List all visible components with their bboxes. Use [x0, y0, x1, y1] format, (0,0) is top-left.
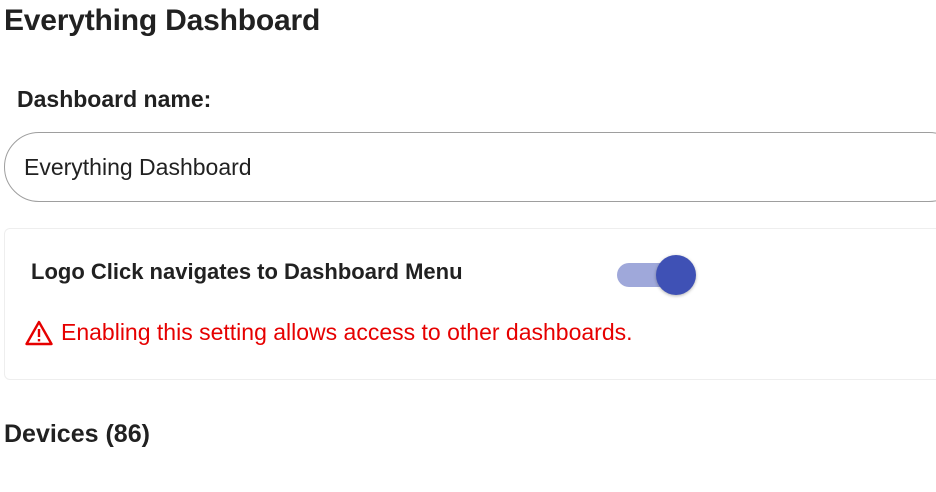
- warning-text: Enabling this setting allows access to o…: [61, 319, 633, 345]
- page-title: Everything Dashboard: [4, 4, 321, 37]
- dashboard-name-input[interactable]: [4, 132, 936, 202]
- warning-triangle-icon: [25, 320, 53, 346]
- logo-click-setting-label: Logo Click navigates to Dashboard Menu: [31, 259, 463, 284]
- logo-click-setting-card: Logo Click navigates to Dashboard Menu E…: [4, 228, 936, 380]
- devices-heading: Devices (86): [4, 420, 150, 448]
- dashboard-settings-page: Everything Dashboard Dashboard name: Log…: [0, 0, 936, 492]
- logo-click-toggle[interactable]: [615, 255, 696, 295]
- dashboard-name-label: Dashboard name:: [17, 86, 212, 112]
- warning-message: Enabling this setting allows access to o…: [25, 319, 633, 346]
- toggle-thumb: [656, 255, 696, 295]
